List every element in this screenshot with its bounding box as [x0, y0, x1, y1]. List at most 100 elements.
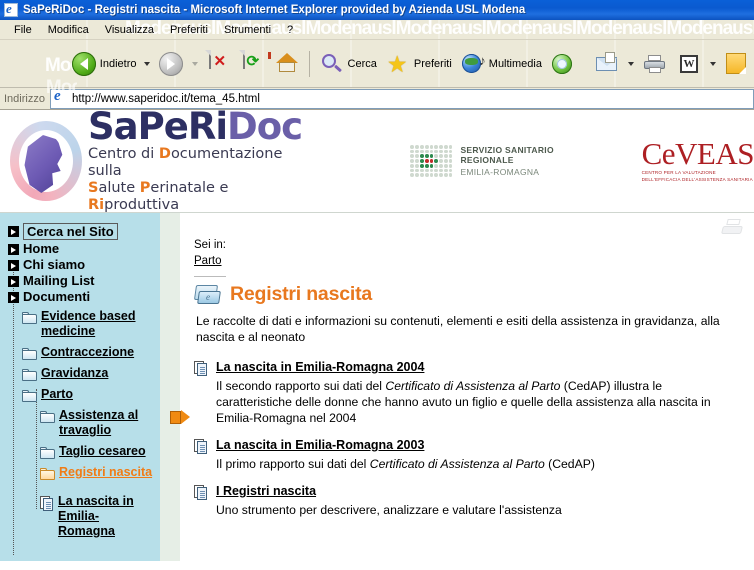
favorites-button[interactable]: ★ Preferiti: [381, 44, 456, 84]
history-button[interactable]: [546, 44, 580, 84]
sidebar-item-assistenza-al-travaglio[interactable]: Assistenza al travaglio: [0, 408, 160, 438]
forward-button[interactable]: [154, 44, 188, 84]
media-icon: ♪: [460, 51, 486, 77]
favorites-star-icon: ★: [386, 50, 408, 77]
sidebar-item-taglio-cesareo[interactable]: Taglio cesareo: [0, 444, 160, 459]
search-button[interactable]: Cerca: [315, 44, 381, 84]
address-input-box[interactable]: http://www.saperidoc.it/tema_45.html: [49, 88, 754, 109]
sidebar-item-registri-nascita[interactable]: Registri nascita: [0, 465, 160, 480]
folder-icon: [40, 447, 55, 459]
document-stack-icon: [194, 361, 208, 376]
document-stack-icon: [194, 485, 208, 500]
square-arrow-bullet-icon: [8, 226, 19, 237]
list-item: La nascita in Emilia-Romagna 2004 Il sec…: [194, 359, 730, 426]
main-content: Sei in: Parto e Registri nascita Le racc…: [180, 213, 754, 561]
sidebar-item-label: Taglio cesareo: [59, 444, 146, 458]
sidebar-item-cerca-nel-sito[interactable]: Cerca nel Sito: [8, 223, 160, 240]
entry-description: Uno strumento per descrivere, analizzare…: [216, 502, 730, 518]
sidebar-item-label: Chi siamo: [23, 257, 86, 272]
home-button[interactable]: [268, 44, 304, 84]
mail-dropdown-chevron-down-icon[interactable]: [628, 61, 635, 66]
breadcrumb: Sei in: Parto: [194, 239, 744, 277]
sidebar-item-label: Parto: [41, 387, 73, 401]
entry-link[interactable]: La nascita in Emilia-Romagna 2003: [216, 437, 424, 453]
tagline-2-b: alute: [98, 180, 140, 196]
ssr-title: SERVIZIO SANITARIO REGIONALE: [460, 145, 554, 165]
stop-button[interactable]: ✕: [202, 44, 236, 84]
home-icon: [268, 51, 300, 77]
logo-tagline-line-2: Salute Perinatale e Riproduttiva: [88, 180, 314, 214]
sidebar-item-label: Documenti: [23, 289, 91, 304]
sidebar-item-gravidanza[interactable]: Gravidanza: [0, 366, 160, 381]
media-button[interactable]: ♪ Multimedia: [456, 44, 546, 84]
search-button-label: Cerca: [347, 57, 377, 70]
back-dropdown-chevron-down-icon[interactable]: [144, 61, 151, 66]
edit-word-button[interactable]: W: [672, 44, 706, 84]
ceveas-subtitle-2: DELL'EFFICACIA DELL'ASSISTENZA SANITARIA: [641, 177, 753, 182]
mail-button[interactable]: [590, 44, 624, 84]
sidebar-item-parto[interactable]: Parto: [0, 387, 160, 402]
entry-link[interactable]: La nascita in Emilia-Romagna 2004: [216, 359, 424, 375]
document-stack-icon: [194, 439, 208, 454]
sidebar-item-label: Registri nascita: [59, 465, 153, 479]
square-arrow-bullet-icon: [8, 292, 19, 303]
sidebar-item-home[interactable]: Home: [8, 241, 160, 256]
search-icon: [319, 51, 345, 77]
list-item: La nascita in Emilia-Romagna 2003 Il pri…: [194, 437, 730, 472]
sidebar-item-label: La nascita in Emilia-Romagna: [58, 494, 134, 538]
tagline-2-c: P: [139, 180, 151, 196]
menu-item-modifica[interactable]: Modifica: [40, 23, 97, 37]
document-icon: [40, 496, 54, 511]
square-arrow-bullet-icon: [8, 244, 19, 255]
breadcrumb-label: Sei in:: [194, 239, 226, 251]
edit-dropdown-chevron-down-icon[interactable]: [710, 61, 717, 66]
sidebar-item-chi-siamo[interactable]: Chi siamo: [8, 257, 160, 272]
breadcrumb-link-parto[interactable]: Parto: [194, 255, 222, 267]
notes-icon: [724, 51, 750, 77]
sidebar-item-documenti[interactable]: Documenti: [8, 289, 160, 304]
entry-link[interactable]: I Registri nascita: [216, 483, 316, 499]
entry-desc-pre: Uno strumento per descrivere, analizzare…: [216, 503, 562, 517]
tagline-2-f: produttiva: [104, 197, 180, 213]
sidebar-item-contraccezione[interactable]: Contraccezione: [0, 345, 160, 360]
page-ie-icon: [52, 88, 68, 106]
sidebar-item-la-nascita-in-emilia-romagna[interactable]: La nascita in Emilia-Romagna: [0, 494, 160, 539]
print-page-icon[interactable]: [721, 219, 744, 235]
menu-item-visualizza[interactable]: Visualizza: [97, 23, 162, 37]
saperidoc-logo[interactable]: SaPeRiDoc Centro di Documentazione sulla…: [0, 110, 314, 214]
window-title-bar: SaPeRiDoc - Registri nascita - Microsoft…: [0, 0, 754, 20]
sidebar-item-label: Cerca nel Sito: [23, 223, 118, 240]
tagline-1-pre: Centro di: [88, 146, 159, 162]
servizio-sanitario-regionale-logo: SERVIZIO SANITARIO REGIONALE EMILIA-ROMA…: [410, 145, 603, 177]
forward-arrow-icon: [158, 51, 184, 77]
address-url-text[interactable]: http://www.saperidoc.it/tema_45.html: [72, 93, 260, 105]
sidebar-navigation: Cerca nel Sito Home Chi siamo Mailing Li…: [0, 213, 160, 561]
page-title-row: e Registri nascita: [193, 283, 730, 306]
sidebar-item-label: Gravidanza: [41, 366, 109, 380]
folder-icon: [22, 312, 37, 324]
menu-item-file[interactable]: File: [6, 23, 40, 37]
entry-desc-post: (CedAP): [544, 457, 595, 471]
entry-desc-italic: Certificato di Assistenza al Parto: [369, 457, 545, 471]
sidebar-item-label: Mailing List: [23, 273, 95, 288]
sidebar-item-evidence-based-medicine[interactable]: Evidence based medicine: [0, 309, 160, 339]
print-icon: [642, 51, 668, 77]
menu-item-help[interactable]: ?: [279, 23, 301, 37]
tagline-1-accent: D: [158, 146, 171, 162]
address-bar: Indirizzo http://www.saperidoc.it/tema_4…: [0, 88, 754, 110]
address-bar-label: Indirizzo: [4, 92, 45, 105]
ssr-dots-icon: [410, 145, 453, 177]
sidebar-item-mailing-list[interactable]: Mailing List: [8, 273, 160, 288]
entry-desc-pre: Il primo rapporto sui dati del: [216, 457, 370, 471]
browser-toolbar: ModenauslModenauslModenauslModenauslMode…: [0, 40, 754, 98]
sidebar-item-label: Assistenza al travaglio: [59, 408, 139, 437]
back-button[interactable]: Indietro: [67, 44, 141, 84]
print-button[interactable]: [638, 44, 672, 84]
refresh-button[interactable]: ⟳: [236, 44, 270, 84]
ssr-subtitle: EMILIA-ROMAGNA: [460, 167, 540, 177]
site-header: SaPeRiDoc Centro di Documentazione sulla…: [0, 110, 754, 213]
menu-item-preferiti[interactable]: Preferiti: [162, 23, 216, 37]
notes-button[interactable]: [720, 44, 754, 84]
page-body: Cerca nel Sito Home Chi siamo Mailing Li…: [0, 213, 754, 561]
menu-item-strumenti[interactable]: Strumenti: [216, 23, 279, 37]
